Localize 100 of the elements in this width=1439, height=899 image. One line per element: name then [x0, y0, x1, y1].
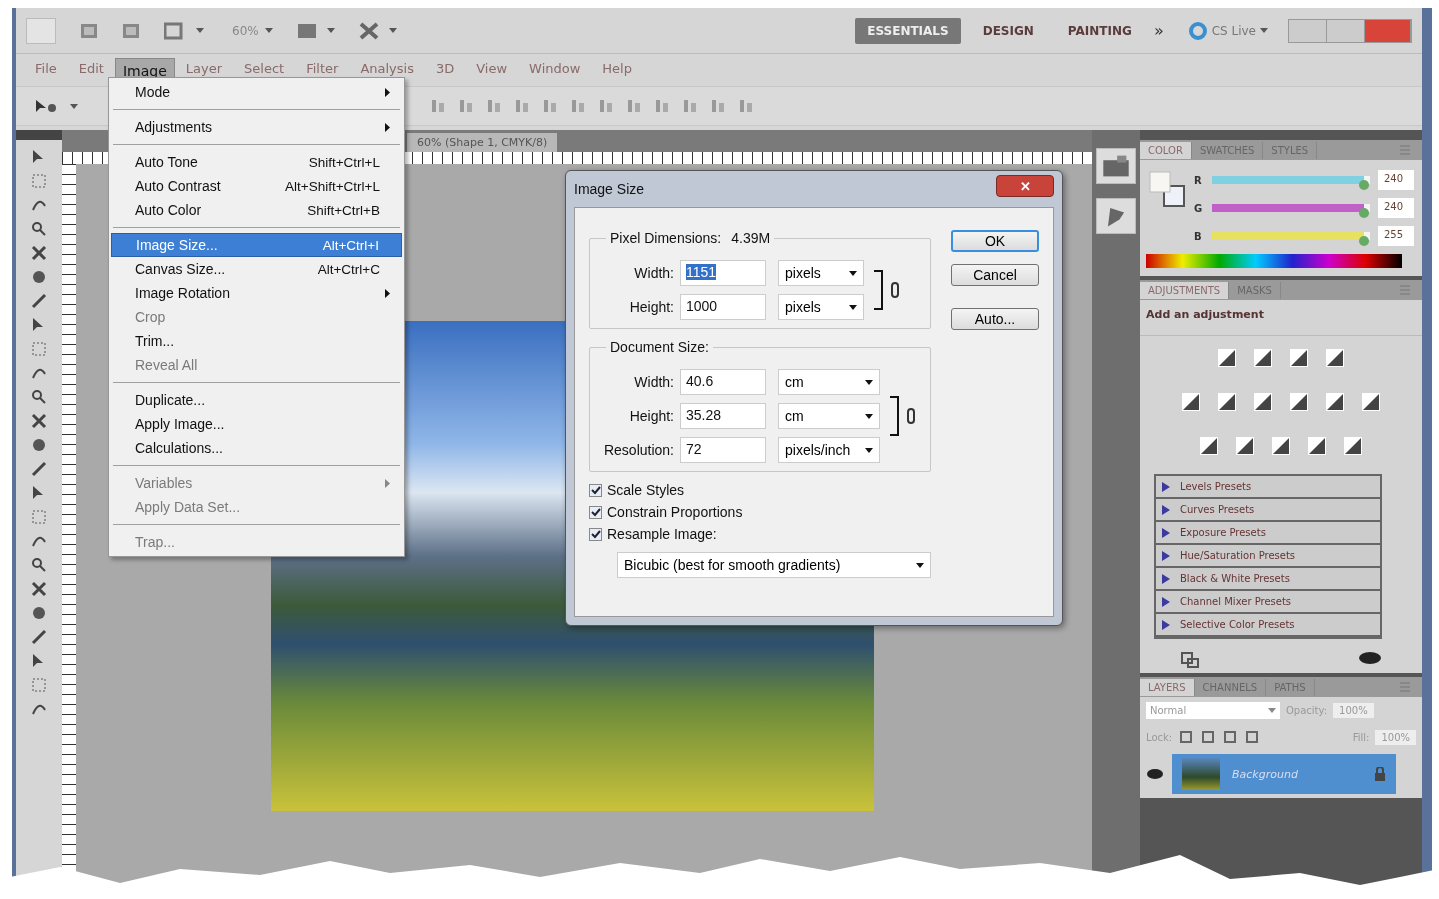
submenu-arrow-icon: [385, 288, 390, 298]
unit-dropdown[interactable]: pixels: [778, 294, 864, 320]
workspace-button[interactable]: DESIGN: [970, 17, 1046, 44]
menu-bar-item[interactable]: 3D: [424, 57, 466, 79]
shortcut-text: Alt+Shift+Ctrl+L: [285, 178, 380, 194]
adjustment-icon: [1251, 346, 1275, 370]
resample-method-dropdown[interactable]: Bicubic (best for smooth gradients): [617, 552, 931, 578]
menu-bar-item[interactable]: Edit: [67, 57, 115, 79]
maximize-button[interactable]: [1327, 19, 1365, 42]
value-field[interactable]: 240: [1378, 198, 1414, 218]
tool-icon: [30, 268, 48, 286]
menu-bar-item[interactable]: View: [465, 57, 519, 79]
panel-header: [16, 130, 62, 140]
unit-dropdown[interactable]: cm: [778, 403, 880, 429]
adjustment-icon: [1179, 390, 1203, 414]
adjustment-icon: [1233, 434, 1257, 458]
checkbox[interactable]: Resample Image:: [589, 526, 931, 542]
menu-item[interactable]: Apply Image...: [111, 412, 402, 436]
menu-bar-item[interactable]: Select: [233, 57, 296, 79]
align-icon: [570, 98, 586, 114]
menu-bar-item[interactable]: Help: [591, 57, 643, 79]
unit-dropdown[interactable]: cm: [778, 369, 880, 395]
preset-item[interactable]: Selective Color Presets: [1156, 614, 1380, 637]
adjustment-icon: [1323, 390, 1347, 414]
align-icon: [654, 98, 670, 114]
unit-dropdown[interactable]: pixels: [778, 260, 864, 286]
fill-label: Fill:: [1352, 731, 1370, 743]
group-label: Document Size:: [610, 339, 709, 355]
text-field[interactable]: 1151: [680, 260, 766, 286]
menu-item[interactable]: Trim...: [111, 329, 402, 353]
channel-label: R: [1194, 174, 1203, 186]
value-field[interactable]: 255: [1378, 226, 1414, 246]
value-field[interactable]: 240: [1378, 170, 1414, 190]
adjustment-icon: [1215, 390, 1239, 414]
menu-item[interactable]: Mode: [111, 80, 402, 104]
panel-tab[interactable]: ADJUSTMENTS: [1140, 281, 1230, 299]
lock-option-icon: [1222, 729, 1239, 745]
field-label: Height:: [628, 408, 674, 424]
shortcut-text: Alt+Ctrl+I: [322, 237, 379, 253]
preset-item[interactable]: Levels Presets: [1156, 476, 1380, 499]
caret-icon: [849, 304, 857, 310]
align-icon: [710, 98, 726, 114]
menu-item[interactable]: Calculations...: [111, 436, 402, 460]
menu-item[interactable]: Auto Color Shift+Ctrl+B: [111, 198, 402, 222]
document-tab[interactable]: 60% (Shape 1, CMYK/8): [407, 133, 558, 152]
lock-option-icon: [1244, 729, 1261, 745]
menu-item[interactable]: Image Size... Alt+Ctrl+I: [111, 233, 402, 257]
more-workspaces-button[interactable]: »: [1153, 21, 1164, 40]
color-spectrum-bar[interactable]: [1146, 254, 1402, 268]
text-field[interactable]: 40.6: [680, 369, 766, 395]
slider-thumb[interactable]: [1358, 208, 1369, 218]
checkbox[interactable]: Constrain Proportions: [589, 504, 931, 520]
unit-dropdown[interactable]: pixels/inch: [778, 437, 880, 463]
menu-item[interactable]: Canvas Size... Alt+Ctrl+C: [111, 257, 402, 281]
menu-bar-item[interactable]: Layer: [174, 57, 234, 79]
panel-tab[interactable]: LAYERS: [1140, 678, 1195, 696]
text-field[interactable]: 72: [680, 437, 766, 463]
slider-thumb[interactable]: [1358, 236, 1369, 246]
workspace-button[interactable]: ESSENTIALS: [855, 17, 961, 44]
menu-item[interactable]: Auto Tone Shift+Ctrl+L: [111, 150, 402, 174]
panel-heading: Add an adjustment: [1140, 300, 1422, 336]
menu-item[interactable]: Duplicate...: [111, 388, 402, 412]
dialog-button[interactable]: Auto...: [951, 308, 1039, 330]
menu-item[interactable]: Auto Contrast Alt+Shift+Ctrl+L: [111, 174, 402, 198]
preset-item[interactable]: Exposure Presets: [1156, 522, 1380, 545]
menu-item[interactable]: Image Rotation: [111, 281, 402, 305]
preset-item[interactable]: Channel Mixer Presets: [1156, 591, 1380, 614]
text-field[interactable]: 35.28: [680, 403, 766, 429]
menu-bar-item[interactable]: Filter: [295, 57, 350, 79]
close-button[interactable]: ✕: [996, 175, 1054, 197]
adjustment-icon: [1287, 346, 1311, 370]
text-field[interactable]: 1000: [680, 294, 766, 320]
dialog-button[interactable]: Cancel: [951, 264, 1039, 286]
dialog-button[interactable]: OK: [951, 230, 1039, 252]
menu-bar-item[interactable]: File: [24, 57, 68, 79]
minimize-button[interactable]: [1289, 19, 1327, 42]
toolbar-icon: [122, 21, 140, 40]
preset-item[interactable]: Hue/Saturation Presets: [1156, 545, 1380, 568]
adjustment-icon: [1251, 390, 1275, 414]
tool-icon: [30, 628, 48, 646]
slider-thumb[interactable]: [1358, 180, 1369, 190]
pixel-dimensions-value: 4.39M: [731, 230, 771, 246]
caret-icon: [70, 103, 78, 109]
menu-item[interactable]: Adjustments: [111, 115, 402, 139]
opacity-label: Opacity:: [1286, 705, 1328, 716]
workspace-button[interactable]: PAINTING: [1055, 17, 1144, 44]
field-label: Width:: [633, 374, 674, 390]
align-icon: [430, 98, 446, 114]
checkbox[interactable]: Scale Styles: [589, 482, 931, 498]
caret-icon: [916, 562, 924, 568]
preset-item[interactable]: Curves Presets: [1156, 499, 1380, 522]
close-button[interactable]: [1365, 19, 1411, 42]
menu-bar-item[interactable]: Window: [518, 57, 592, 79]
panel-tab[interactable]: COLOR: [1140, 141, 1192, 159]
menu-bar-item[interactable]: Analysis: [349, 57, 425, 79]
submenu-arrow-icon: [385, 478, 390, 488]
dialog-title: Image Size: [574, 181, 646, 197]
lock-label: Lock:: [1146, 731, 1173, 743]
tool-icon: [30, 556, 48, 574]
preset-item[interactable]: Black & White Presets: [1156, 568, 1380, 591]
